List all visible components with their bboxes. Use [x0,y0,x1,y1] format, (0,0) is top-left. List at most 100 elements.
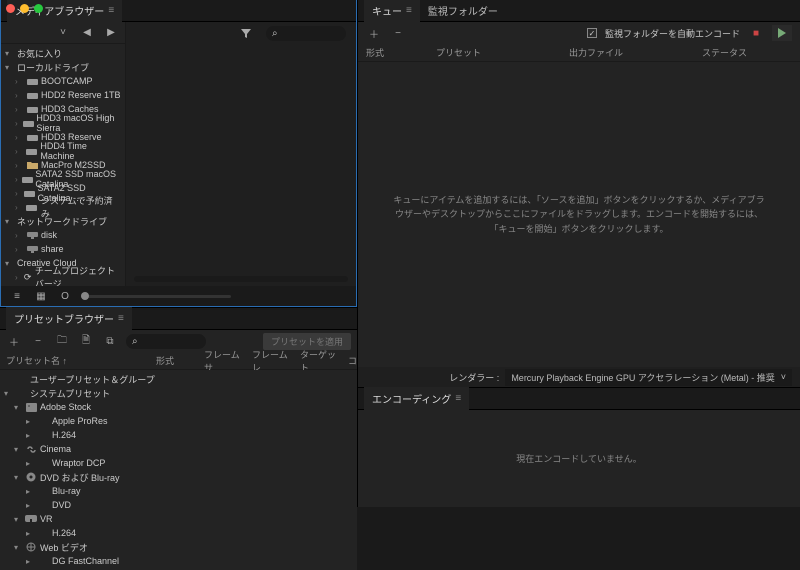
team-project-icon: ⟳ [22,272,32,283]
queue-empty-message: キューにアイテムを追加するには、「ソースを追加」ボタンをクリックするか、メディア… [389,193,769,236]
delete-preset-button[interactable]: − [30,333,46,349]
nav-back-button[interactable]: ◀ [79,25,95,41]
tree-favorites[interactable]: ▾お気に入り [1,46,125,60]
maximize-window-button[interactable] [34,4,43,13]
stop-queue-button[interactable]: ■ [748,25,764,41]
auto-encode-checkbox[interactable]: ✓ [587,28,597,38]
tree-network-item[interactable]: ›share [1,242,125,256]
tree-drive-item[interactable]: ›BOOTCAMP [1,74,125,88]
media-view-toolbar: ⌕ [126,22,356,44]
preset-browser-tabs: プリセットブラウザー ≡ [0,308,357,330]
remove-source-button[interactable]: − [390,25,406,41]
queue-drop-area[interactable]: キューにアイテムを追加するには、「ソースを追加」ボタンをクリックするか、メディア… [358,62,800,367]
media-browser-content: ⌕ [126,22,356,286]
panel-menu-icon[interactable]: ≡ [406,5,412,16]
col-preset[interactable]: プリセット [436,46,569,59]
preset-category[interactable]: ▾VR [0,512,357,526]
horizontal-scrollbar[interactable] [134,276,348,282]
tab-label: プリセットブラウザー [14,311,114,326]
tab-label: エンコーディング [372,391,451,406]
preset-category[interactable]: ▾Adobe Stock [0,400,357,414]
preset-search-input[interactable]: ⌕ [126,334,206,349]
tree-network-item[interactable]: ›disk [1,228,125,242]
network-drive-icon [25,231,39,240]
col-format[interactable]: 形式 [366,46,436,59]
tree-drive-item[interactable]: ›HDD2 Reserve 1TB [1,88,125,102]
preset-search-field[interactable] [142,336,192,346]
image-icon [24,403,38,412]
tab-watch-folder[interactable]: 監視フォルダー [420,0,506,22]
tree-local-drives[interactable]: ▾ローカルドライブ [1,60,125,74]
preset-category[interactable]: ▾Web ビデオ [0,540,357,554]
renderer-value: Mercury Playback Engine GPU アクセラレーション (M… [511,371,774,384]
col-output[interactable]: 出力ファイル [569,46,702,59]
preset-browser-panel: プリセットブラウザー ≡ ＋ − 🗀 🗎 ⧉ ⌕ プリセットを適用 プリセット名… [0,307,357,570]
tree-team-projects[interactable]: ›⟳チームプロジェクトバージ… [1,270,125,284]
preset-item[interactable]: ▸DG FastChannel [0,554,357,568]
filter-icon[interactable] [238,25,254,41]
start-queue-button[interactable] [772,25,792,41]
duplicate-preset-button[interactable]: ⧉ [102,333,118,349]
list-view-icon[interactable]: ≡ [9,288,25,304]
media-browser-footer: ≡ ▦ O [1,286,356,306]
encoding-panel: エンコーディング ≡ 現在エンコードしていません。 [358,387,800,507]
auto-encode-label: 監視フォルダーを自動エンコード [605,27,740,40]
encoding-status-area: 現在エンコードしていません。 [358,410,800,507]
encoding-tabs: エンコーディング ≡ [358,388,800,410]
tree-network-drives[interactable]: ▾ネットワークドライブ [1,214,125,228]
tab-encoding[interactable]: エンコーディング ≡ [364,387,469,410]
link-icon [24,445,38,454]
media-search-field[interactable] [282,28,332,38]
minimize-window-button[interactable] [20,4,29,13]
col-format[interactable]: 形式 [156,354,204,367]
tree-drive-item[interactable]: ›HDD3 macOS High Sierra [1,116,125,130]
preset-category[interactable]: ▾Cinema [0,442,357,456]
preset-item[interactable]: ▸Blu-ray [0,484,357,498]
chevron-down-icon: ˅ [781,372,786,382]
panel-menu-icon[interactable]: ≡ [108,5,114,16]
nav-forward-button[interactable]: ▶ [103,25,119,41]
preset-settings-button[interactable]: 🗎 [78,333,94,349]
panel-menu-icon[interactable]: ≡ [455,393,461,404]
tab-queue[interactable]: キュー ≡ [364,0,420,22]
drive-icon [25,91,39,100]
preset-item[interactable]: ▸H.264 [0,526,357,540]
tree-drive-item[interactable]: ›システムで予約済み [1,200,125,214]
panel-menu-icon[interactable]: ≡ [118,313,124,324]
preset-item[interactable]: ▸DVD [0,498,357,512]
tree-drive-item[interactable]: ›HDD4 Time Machine [1,144,125,158]
preset-tree: ユーザープリセット＆グループ▾システムプリセット▾Adobe Stock▸App… [0,370,357,570]
media-browser-tree: ˅ ◀ ▶ ▾お気に入り▾ローカルドライブ›BOOTCAMP›HDD2 Rese… [1,22,126,286]
dropdown-icon[interactable]: ˅ [55,25,71,41]
drive-icon [24,189,36,198]
vr-icon [24,515,38,523]
preset-system-group[interactable]: ▾システムプリセット [0,386,357,400]
col-preset-name[interactable]: プリセット名 ↑ [6,354,156,367]
add-preset-button[interactable]: ＋ [6,333,22,349]
media-browser-tabs: メディアブラウザー ≡ [1,0,356,22]
drive-icon [25,203,39,212]
close-window-button[interactable] [6,4,15,13]
zoom-slider[interactable] [81,295,231,298]
media-search-input[interactable]: ⌕ [266,26,346,41]
new-folder-button[interactable]: 🗀 [54,333,70,349]
media-tree-toolbar: ˅ ◀ ▶ [1,22,125,44]
drive-icon [23,119,34,128]
grid-view-icon[interactable]: ▦ [33,288,49,304]
tab-label: 監視フォルダー [428,3,498,18]
encoding-empty-message: 現在エンコードしていません。 [516,452,641,465]
drive-icon [25,133,39,142]
col-status[interactable]: ステータス [702,46,792,59]
renderer-label: レンダラー : [449,371,499,384]
preset-item[interactable]: ▸Wraptor DCP [0,456,357,470]
renderer-select[interactable]: Mercury Playback Engine GPU アクセラレーション (M… [505,369,792,386]
preset-item[interactable]: ▸Apple ProRes [0,414,357,428]
preset-category[interactable]: ▾DVD および Blu-ray [0,470,357,484]
preset-item[interactable]: ▸H.264 [0,428,357,442]
tab-preset-browser[interactable]: プリセットブラウザー ≡ [6,307,132,330]
preset-column-headers: プリセット名 ↑ 形式 フレームサ… フレームレ… ターゲット… コメント [0,352,357,370]
add-source-button[interactable]: ＋ [366,25,382,41]
preset-user-group[interactable]: ユーザープリセット＆グループ [0,372,357,386]
queue-tabs: キュー ≡ 監視フォルダー [358,0,800,22]
window-controls [6,4,43,13]
